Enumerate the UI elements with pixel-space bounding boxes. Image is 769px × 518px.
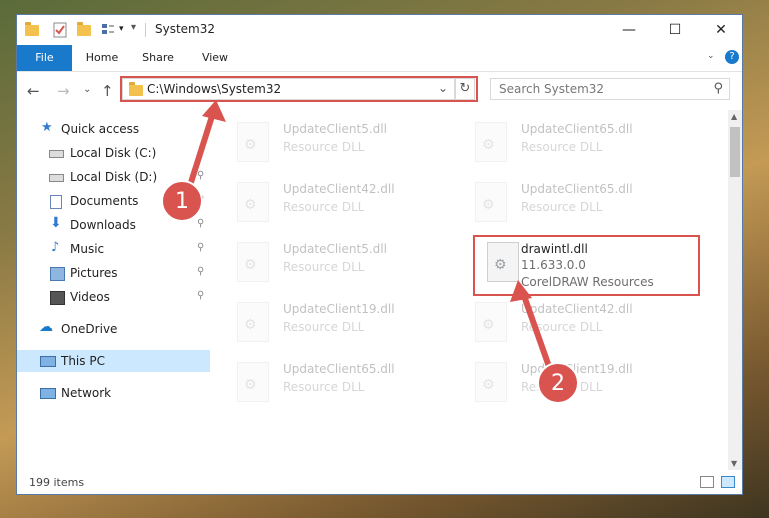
arrow-2-head — [510, 280, 532, 302]
arrow-1-head — [202, 100, 226, 122]
arrow-2 — [520, 290, 555, 378]
step-badge-2: 2 — [537, 362, 579, 404]
step-badge-1: 1 — [161, 180, 203, 222]
annotation-arrows — [184, 100, 555, 378]
